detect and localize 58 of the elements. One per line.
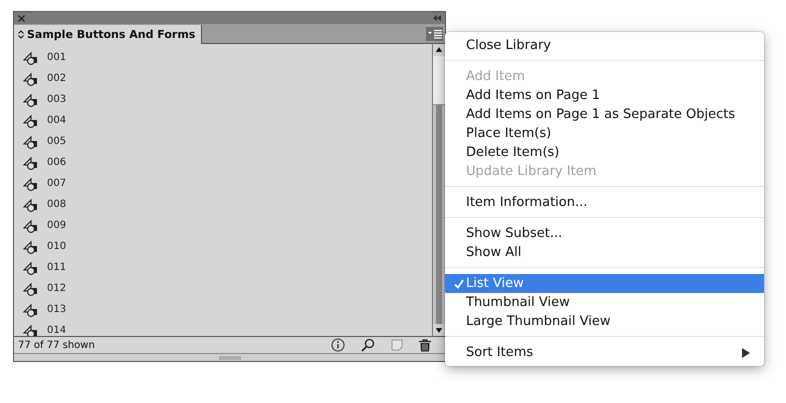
menu-item[interactable]: Add Items on Page 1 as Separate Objects [445,105,764,124]
library-item[interactable]: 003 [14,89,432,110]
shapes-icon [23,324,39,336]
shapes-icon [23,50,39,64]
library-item[interactable]: 013 [14,299,432,320]
scroll-down-icon[interactable] [433,324,445,336]
menu-item[interactable]: Place Item(s) [445,124,764,143]
shapes-icon [23,302,39,316]
menu-item[interactable]: Add Items on Page 1 [445,86,764,105]
library-item[interactable]: 009 [14,215,432,236]
trash-icon[interactable] [419,338,431,352]
library-item[interactable]: 001 [14,47,432,68]
shapes-icon [23,198,39,212]
shapes-icon [23,134,39,148]
shapes-icon [23,218,39,232]
shapes-icon [23,72,39,86]
menu-item[interactable]: List View [445,274,764,293]
menu-icon [428,29,442,39]
search-icon[interactable] [361,338,375,352]
menu-item[interactable]: Large Thumbnail View [445,312,764,331]
menu-item[interactable]: Sort Items [445,343,764,362]
scroll-up-icon[interactable] [433,44,445,56]
panel-tab[interactable]: Sample Buttons And Forms [14,25,202,44]
shapes-icon [23,176,39,190]
close-icon[interactable] [18,14,25,22]
library-item[interactable]: 014 [14,320,432,336]
library-item[interactable]: 007 [14,173,432,194]
info-icon[interactable] [331,338,345,352]
scroll-thumb[interactable] [433,56,445,105]
library-item[interactable]: 012 [14,278,432,299]
collapse-icon[interactable] [433,15,441,21]
tab-label: Sample Buttons And Forms [27,28,196,41]
new-item-icon[interactable] [391,339,403,351]
library-item[interactable]: 011 [14,257,432,278]
menu-item[interactable]: Show Subset... [445,224,764,243]
shapes-icon [23,282,39,296]
shapes-icon [23,240,39,254]
library-item[interactable]: 004 [14,110,432,131]
scroll-track[interactable] [436,105,442,324]
shapes-icon [23,92,39,106]
menu-item[interactable]: Close Library [445,36,764,55]
status-text: 77 of 77 shown [18,340,95,350]
resize-grip-icon[interactable] [218,356,240,360]
menu-item[interactable]: Show All [445,243,764,262]
scrollbar[interactable] [432,44,445,336]
shapes-icon [23,156,39,170]
menu-item[interactable]: Thumbnail View [445,293,764,312]
sort-arrows-icon [18,30,24,39]
library-item[interactable]: 006 [14,152,432,173]
shapes-icon [23,114,39,128]
panel-menu-button[interactable] [426,27,443,41]
library-item[interactable]: 005 [14,131,432,152]
menu-item[interactable]: Delete Item(s) [445,143,764,162]
menu-item[interactable]: Item Information... [445,193,764,212]
library-item[interactable]: 010 [14,236,432,257]
library-item[interactable]: 002 [14,68,432,89]
shapes-icon [23,260,39,274]
library-item[interactable]: 008 [14,194,432,215]
